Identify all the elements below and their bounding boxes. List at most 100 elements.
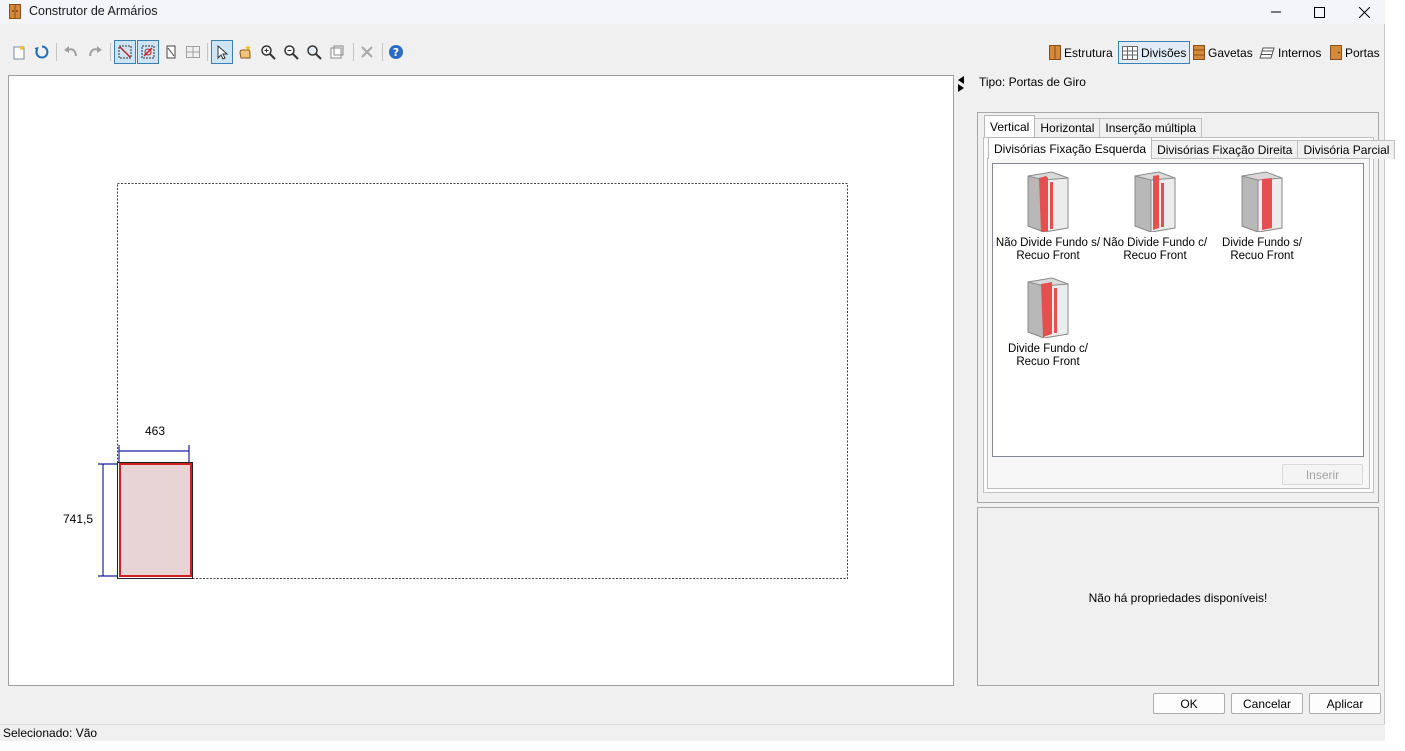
redo-button[interactable] [84, 40, 106, 64]
minimize-button[interactable] [1253, 0, 1299, 24]
toolbar-separator [56, 43, 57, 61]
mode-internos-button[interactable]: Internos [1256, 41, 1324, 64]
erase-button[interactable] [137, 40, 159, 64]
window-title: Construtor de Armários [29, 4, 158, 18]
draw-select-button[interactable] [114, 40, 136, 64]
close-button[interactable] [1341, 0, 1387, 24]
draw-select-icon [118, 45, 132, 59]
tab-vertical[interactable]: Vertical [984, 115, 1036, 137]
apply-button[interactable]: Aplicar [1309, 693, 1381, 714]
undo-icon [64, 46, 77, 57]
list-item-label: Divide Fundo s/ Recuo Front [1222, 237, 1302, 262]
sub-tabs: Divisórias Fixação Esquerda Divisórias F… [988, 137, 1396, 159]
maximize-icon [1313, 6, 1325, 18]
new-button[interactable] [8, 40, 30, 64]
mode-internos-label: Internos [1278, 45, 1322, 60]
width-dimension-label: 463 [145, 424, 166, 438]
refresh-button[interactable] [31, 40, 53, 64]
zoom-in-button[interactable] [257, 40, 279, 64]
list-item[interactable]: Divide Fundo c/ Recuo Front [993, 276, 1103, 369]
app-window: Construtor de Armários ? Estrutura Divis… [0, 0, 1396, 741]
mode-portas-label: Portas [1345, 45, 1380, 60]
selected-opening[interactable] [119, 463, 192, 577]
height-dimension [98, 463, 117, 577]
grid-button[interactable] [182, 40, 204, 64]
cabinet-divider-icon [1027, 171, 1069, 232]
zoom-out-button[interactable] [280, 40, 302, 64]
list-item[interactable]: Divide Fundo s/ Recuo Front [1207, 170, 1317, 263]
redo-icon [89, 46, 102, 57]
grid-icon [186, 46, 200, 58]
splitter-arrows-icon [958, 76, 964, 92]
hand-add-icon [239, 45, 251, 59]
list-item[interactable]: Não Divide Fundo c/ Recuo Front [1100, 170, 1210, 263]
cabinet-icon [1049, 45, 1061, 60]
close-icon [1358, 6, 1370, 18]
mode-gavetas-button[interactable]: Gavetas [1190, 41, 1256, 64]
tab-horizontal[interactable]: Horizontal [1034, 118, 1101, 137]
minimize-icon [1271, 11, 1281, 13]
properties-empty-message: Não há propriedades disponíveis! [1088, 591, 1268, 605]
title-bar: Construtor de Armários [0, 0, 1385, 24]
splitter-toggle[interactable] [957, 75, 967, 96]
drawing-canvas[interactable]: 463 741,5 [8, 75, 954, 686]
svg-text:?: ? [393, 46, 399, 59]
pointer-icon [217, 44, 229, 60]
tab-fixacao-esquerda[interactable]: Divisórias Fixação Esquerda [988, 137, 1153, 159]
cabinet-divider-icon [1134, 171, 1176, 232]
zoom-out-icon [284, 45, 299, 60]
delete-icon [361, 46, 373, 58]
canvas-svg [98, 183, 848, 579]
list-item[interactable]: Não Divide Fundo s/ Recuo Front [993, 170, 1103, 263]
height-dimension-label: 741,5 [63, 512, 94, 526]
toolbar-separator [207, 43, 208, 61]
mode-estrutura-label: Estrutura [1064, 45, 1113, 60]
window-icon [330, 45, 344, 59]
undo-button[interactable] [60, 40, 82, 64]
tab-divisoria-parcial[interactable]: Divisória Parcial [1297, 140, 1396, 159]
zoom-fit-button[interactable] [303, 40, 325, 64]
ok-button[interactable]: OK [1153, 693, 1225, 714]
tab-insercao-multipla[interactable]: Inserção múltipla [1099, 118, 1203, 137]
toolbar-separator [353, 43, 354, 61]
main-tabs: Vertical Horizontal Inserção múltipla [984, 115, 1203, 137]
insert-button[interactable]: Inserir [1282, 464, 1363, 485]
erase-icon [141, 45, 155, 59]
list-item-label: Divide Fundo c/ Recuo Front [1008, 343, 1088, 368]
width-dimension [118, 445, 190, 462]
shelf-icon [1259, 47, 1275, 58]
cancel-button[interactable]: Cancelar [1231, 693, 1303, 714]
toolbar-separator [382, 43, 383, 61]
new-icon [13, 45, 25, 60]
refresh-icon [34, 45, 49, 59]
pointer-button[interactable] [211, 40, 233, 64]
list-item-label: Não Divide Fundo s/ Recuo Front [995, 237, 1101, 262]
window-button[interactable] [326, 40, 348, 64]
delete-button[interactable] [356, 40, 378, 64]
tab-fixacao-direita[interactable]: Divisórias Fixação Direita [1151, 140, 1299, 159]
help-button[interactable]: ? [385, 40, 407, 64]
divisions-grid-icon [1122, 45, 1138, 60]
toolbar-separator [110, 43, 111, 61]
status-selected: Selecionado: Vão [3, 726, 98, 740]
zoom-in-icon [261, 45, 276, 60]
dimension-icon [166, 45, 176, 59]
properties-panel: Não há propriedades disponíveis! [977, 507, 1379, 686]
maximize-button[interactable] [1296, 0, 1342, 24]
cabinet-divider-icon [1027, 277, 1069, 338]
mode-portas-button[interactable]: Portas [1327, 41, 1383, 64]
help-icon: ? [389, 45, 403, 59]
list-item-label: Não Divide Fundo c/ Recuo Front [1102, 237, 1208, 262]
divisions-list[interactable]: Não Divide Fundo s/ Recuo Front Não Divi… [992, 163, 1364, 457]
hand-add-button[interactable] [234, 40, 256, 64]
zoom-fit-icon [307, 45, 322, 60]
tipo-label: Tipo: Portas de Giro [979, 75, 1086, 89]
status-bar: Selecionado: Vão [0, 724, 1385, 741]
mode-estrutura-button[interactable]: Estrutura [1046, 41, 1116, 64]
cabinet-divider-icon [1241, 171, 1283, 232]
mode-divisoes-button[interactable]: Divisões [1118, 41, 1191, 64]
dimension-button[interactable] [160, 40, 182, 64]
drawers-icon [1193, 45, 1205, 60]
door-icon [1330, 45, 1342, 60]
mode-divisoes-label: Divisões [1141, 45, 1187, 60]
